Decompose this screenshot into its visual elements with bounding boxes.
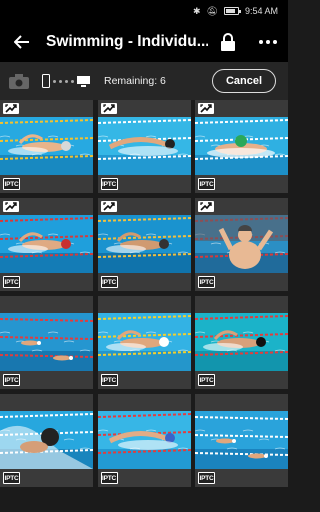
photo-thumbnail[interactable]: IPTC — [97, 296, 191, 389]
transfer-toolbar: Remaining: 6 Cancel — [0, 62, 288, 100]
more-dots-icon — [259, 40, 277, 44]
swim-photo-image — [97, 313, 191, 371]
photo-thumbnail[interactable]: IPTC — [0, 100, 93, 193]
iptc-badge: IPTC — [3, 178, 20, 190]
status-bar: ✱ 🔕︎ 9:54 AM — [0, 0, 288, 22]
mute-icon: 🔕︎ — [206, 6, 218, 16]
page-title: Swimming - Individu... — [46, 33, 208, 50]
bluetooth-icon: ✱ — [192, 6, 201, 16]
swim-photo-image — [195, 313, 288, 371]
photo-thumbnail[interactable]: IPTC — [97, 198, 191, 291]
iptc-badge: IPTC — [3, 472, 20, 484]
back-button[interactable] — [0, 22, 44, 62]
more-options-button[interactable] — [248, 22, 288, 62]
swim-photo-image — [195, 117, 288, 175]
swim-photo-image — [0, 411, 93, 469]
sync-status-icon — [3, 103, 19, 114]
iptc-badge: IPTC — [100, 374, 118, 386]
photo-thumbnail[interactable]: IPTC — [0, 198, 93, 291]
photo-thumbnail[interactable]: IPTC — [195, 198, 288, 291]
swim-photo-image — [195, 411, 288, 469]
app-bar: Swimming - Individu... — [0, 22, 288, 62]
transfer-indicator — [42, 74, 90, 88]
iptc-badge: IPTC — [3, 374, 20, 386]
sync-status-icon — [100, 103, 117, 114]
photo-thumbnail[interactable]: IPTC — [195, 296, 288, 389]
battery-icon — [223, 7, 241, 15]
sync-status-icon — [198, 103, 214, 114]
photo-thumbnail[interactable]: IPTC — [0, 296, 93, 389]
swim-photo-image — [0, 117, 93, 175]
phone-icon — [42, 74, 50, 88]
photo-thumbnail[interactable]: IPTC — [195, 100, 288, 193]
photo-thumbnail[interactable]: IPTC — [97, 394, 191, 487]
swim-photo-image — [0, 215, 93, 273]
lock-button[interactable] — [208, 22, 248, 62]
lock-icon — [221, 33, 235, 51]
camera-icon — [0, 62, 38, 100]
swim-photo-image — [0, 313, 93, 371]
photo-grid: IPTC IPTC IPTC IPTC IPTC IPTC IPTC IPTC IPTC IPTC… — [0, 100, 288, 487]
photo-thumbnail[interactable]: IPTC — [0, 394, 93, 487]
iptc-badge: IPTC — [198, 472, 215, 484]
remaining-count: Remaining: 6 — [104, 75, 166, 87]
status-time: 9:54 AM — [244, 6, 278, 16]
iptc-badge: IPTC — [198, 276, 215, 288]
iptc-badge: IPTC — [3, 276, 20, 288]
iptc-badge: IPTC — [198, 178, 215, 190]
sync-status-icon — [198, 201, 214, 212]
sync-status-icon — [3, 201, 19, 212]
sync-status-icon — [100, 201, 117, 212]
computer-icon — [77, 75, 90, 87]
photo-thumbnail[interactable]: IPTC — [97, 100, 191, 193]
iptc-badge: IPTC — [198, 374, 215, 386]
swim-photo-image — [97, 117, 191, 175]
back-arrow-icon — [14, 35, 29, 49]
swim-photo-image — [97, 411, 191, 469]
swim-photo-image — [195, 215, 288, 273]
photo-thumbnail[interactable]: IPTC — [195, 394, 288, 487]
swim-photo-image — [97, 215, 191, 273]
cancel-button[interactable]: Cancel — [212, 69, 276, 93]
iptc-badge: IPTC — [100, 276, 118, 288]
iptc-badge: IPTC — [100, 178, 118, 190]
iptc-badge: IPTC — [100, 472, 118, 484]
